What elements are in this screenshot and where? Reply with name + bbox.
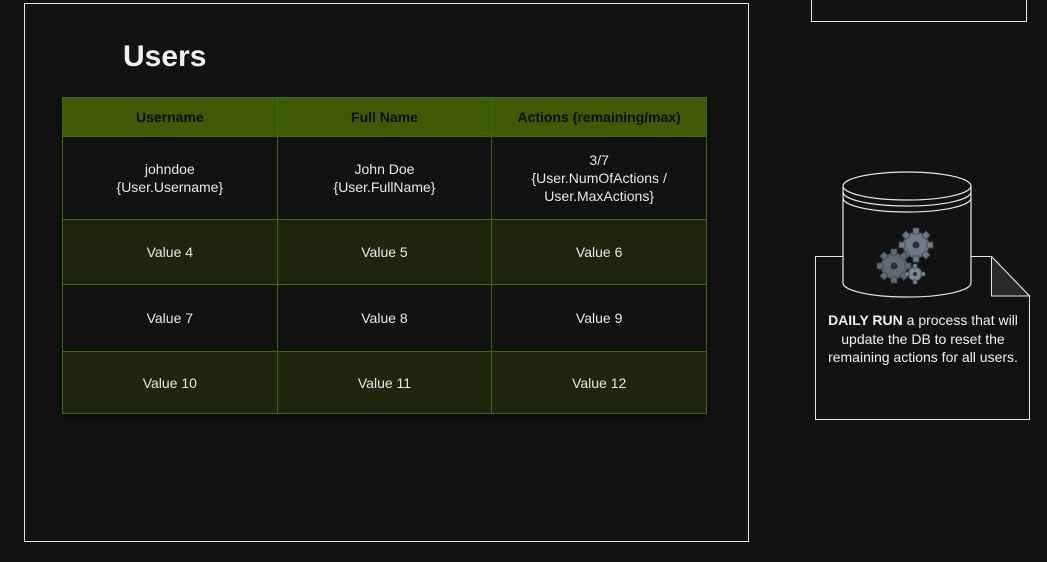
- table-cell: Value 8: [276, 284, 493, 352]
- header-actions: Actions (remaining/max): [491, 97, 707, 137]
- users-table: Username Full Name Actions (remaining/ma…: [62, 97, 707, 414]
- table-cell: Value 4: [62, 219, 278, 285]
- table-cell: Value 6: [491, 219, 707, 285]
- table-row: Value 10 Value 11 Value 12: [62, 351, 707, 414]
- table-row: Value 4 Value 5 Value 6: [62, 219, 707, 285]
- table-cell: Value 10: [62, 351, 278, 414]
- table-row: Value 7 Value 8 Value 9: [62, 284, 707, 352]
- daily-run-text: DAILY RUN a process that will update the…: [815, 311, 1031, 367]
- table-header-row: Username Full Name Actions (remaining/ma…: [62, 97, 707, 137]
- header-full-name: Full Name: [276, 97, 493, 137]
- top-right-box: [811, 0, 1027, 22]
- database-icon: [841, 168, 973, 300]
- table-cell: johndoe {User.Username}: [62, 136, 278, 220]
- header-username: Username: [62, 97, 278, 137]
- table-cell: 3/7 {User.NumOfActions / User.MaxActions…: [491, 136, 707, 220]
- table-cell: Value 9: [491, 284, 707, 352]
- table-cell: Value 12: [491, 351, 707, 414]
- table-row: johndoe {User.Username} John Doe {User.F…: [62, 136, 707, 220]
- table-cell: Value 7: [62, 284, 278, 352]
- panel-title: Users: [123, 40, 207, 73]
- daily-run-label: DAILY RUN: [828, 312, 903, 328]
- table-cell: Value 11: [276, 351, 493, 414]
- table-cell: John Doe {User.FullName}: [276, 136, 493, 220]
- table-cell: Value 5: [276, 219, 493, 285]
